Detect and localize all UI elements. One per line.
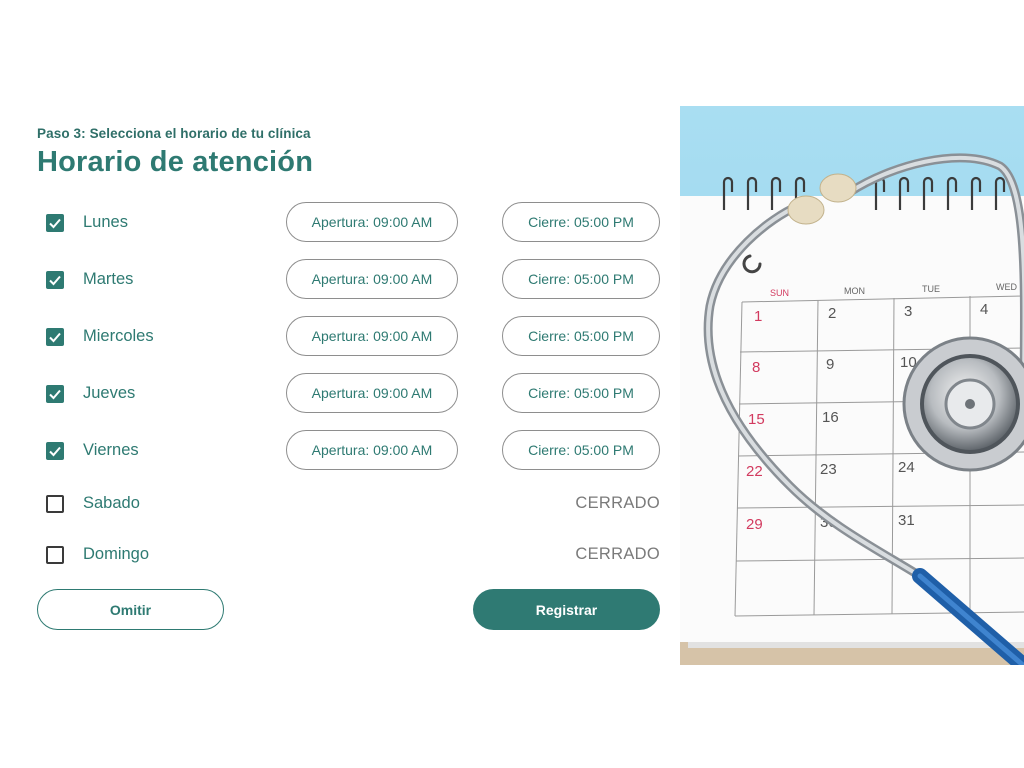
calendar-date: 15 <box>748 411 765 428</box>
opening-time-field[interactable]: Apertura: 09:00 AM <box>286 202 458 242</box>
calendar-date: 3 <box>904 303 912 320</box>
checkbox-domingo[interactable] <box>46 546 64 564</box>
calendar-date: 2 <box>828 305 836 322</box>
checkbox-martes[interactable] <box>46 271 64 289</box>
calendar-stethoscope-image: SUN MON TUE WED 1 2 3 4 8 9 10 15 16 22 … <box>680 106 1024 665</box>
checkmark-icon <box>49 332 61 343</box>
calendar-header-wed: WED <box>996 282 1017 292</box>
calendar-header-mon: MON <box>844 286 865 296</box>
calendar-header-tue: TUE <box>922 284 940 294</box>
schedule-row-miercoles: Miercoles Apertura: 09:00 AM Cierre: 05:… <box>0 316 680 358</box>
calendar-date: 29 <box>746 516 763 533</box>
calendar-date: 8 <box>752 359 760 376</box>
day-label: Jueves <box>83 384 136 402</box>
closed-status: CERRADO <box>575 545 660 563</box>
calendar-date: 9 <box>826 356 834 373</box>
schedule-row-sabado: Sabado CERRADO <box>0 483 680 525</box>
day-label: Martes <box>83 270 134 288</box>
checkmark-icon <box>49 389 61 400</box>
opening-time-field[interactable]: Apertura: 09:00 AM <box>286 316 458 356</box>
skip-button[interactable]: Omitir <box>37 589 224 630</box>
schedule-row-lunes: Lunes Apertura: 09:00 AM Cierre: 05:00 P… <box>0 202 680 244</box>
closing-time-field[interactable]: Cierre: 05:00 PM <box>502 202 660 242</box>
checkbox-jueves[interactable] <box>46 385 64 403</box>
schedule-row-viernes: Viernes Apertura: 09:00 AM Cierre: 05:00… <box>0 430 680 472</box>
checkbox-sabado[interactable] <box>46 495 64 513</box>
checkbox-lunes[interactable] <box>46 214 64 232</box>
opening-time-field[interactable]: Apertura: 09:00 AM <box>286 430 458 470</box>
checkmark-icon <box>49 218 61 229</box>
day-label: Sabado <box>83 494 140 512</box>
closing-time-field[interactable]: Cierre: 05:00 PM <box>502 259 660 299</box>
day-label: Domingo <box>83 545 150 563</box>
calendar-date: 4 <box>980 301 988 318</box>
step-label: Paso 3: Selecciona el horario de tu clín… <box>37 126 311 141</box>
calendar-date: 23 <box>820 461 837 478</box>
page-title: Horario de atención <box>37 146 314 178</box>
calendar-date: 1 <box>754 308 762 325</box>
calendar-date: 31 <box>898 512 915 529</box>
closing-time-field[interactable]: Cierre: 05:00 PM <box>502 430 660 470</box>
closing-time-field[interactable]: Cierre: 05:00 PM <box>502 373 660 413</box>
schedule-row-jueves: Jueves Apertura: 09:00 AM Cierre: 05:00 … <box>0 373 680 415</box>
opening-time-field[interactable]: Apertura: 09:00 AM <box>286 373 458 413</box>
register-button[interactable]: Registrar <box>473 589 660 630</box>
opening-time-field[interactable]: Apertura: 09:00 AM <box>286 259 458 299</box>
checkmark-icon <box>49 446 61 457</box>
schedule-row-martes: Martes Apertura: 09:00 AM Cierre: 05:00 … <box>0 259 680 301</box>
calendar-date: 24 <box>898 459 915 476</box>
schedule-row-domingo: Domingo CERRADO <box>0 534 680 576</box>
calendar-header-sun: SUN <box>770 288 789 298</box>
closing-time-field[interactable]: Cierre: 05:00 PM <box>502 316 660 356</box>
calendar-illustration: SUN MON TUE WED 1 2 3 4 8 9 10 15 16 22 … <box>680 106 1024 665</box>
day-label: Viernes <box>83 441 139 459</box>
day-label: Miercoles <box>83 327 154 345</box>
closed-status: CERRADO <box>575 494 660 512</box>
checkbox-viernes[interactable] <box>46 442 64 460</box>
checkbox-miercoles[interactable] <box>46 328 64 346</box>
calendar-date: 22 <box>746 463 763 480</box>
checkmark-icon <box>49 275 61 286</box>
calendar-date: 16 <box>822 409 839 426</box>
day-label: Lunes <box>83 213 128 231</box>
